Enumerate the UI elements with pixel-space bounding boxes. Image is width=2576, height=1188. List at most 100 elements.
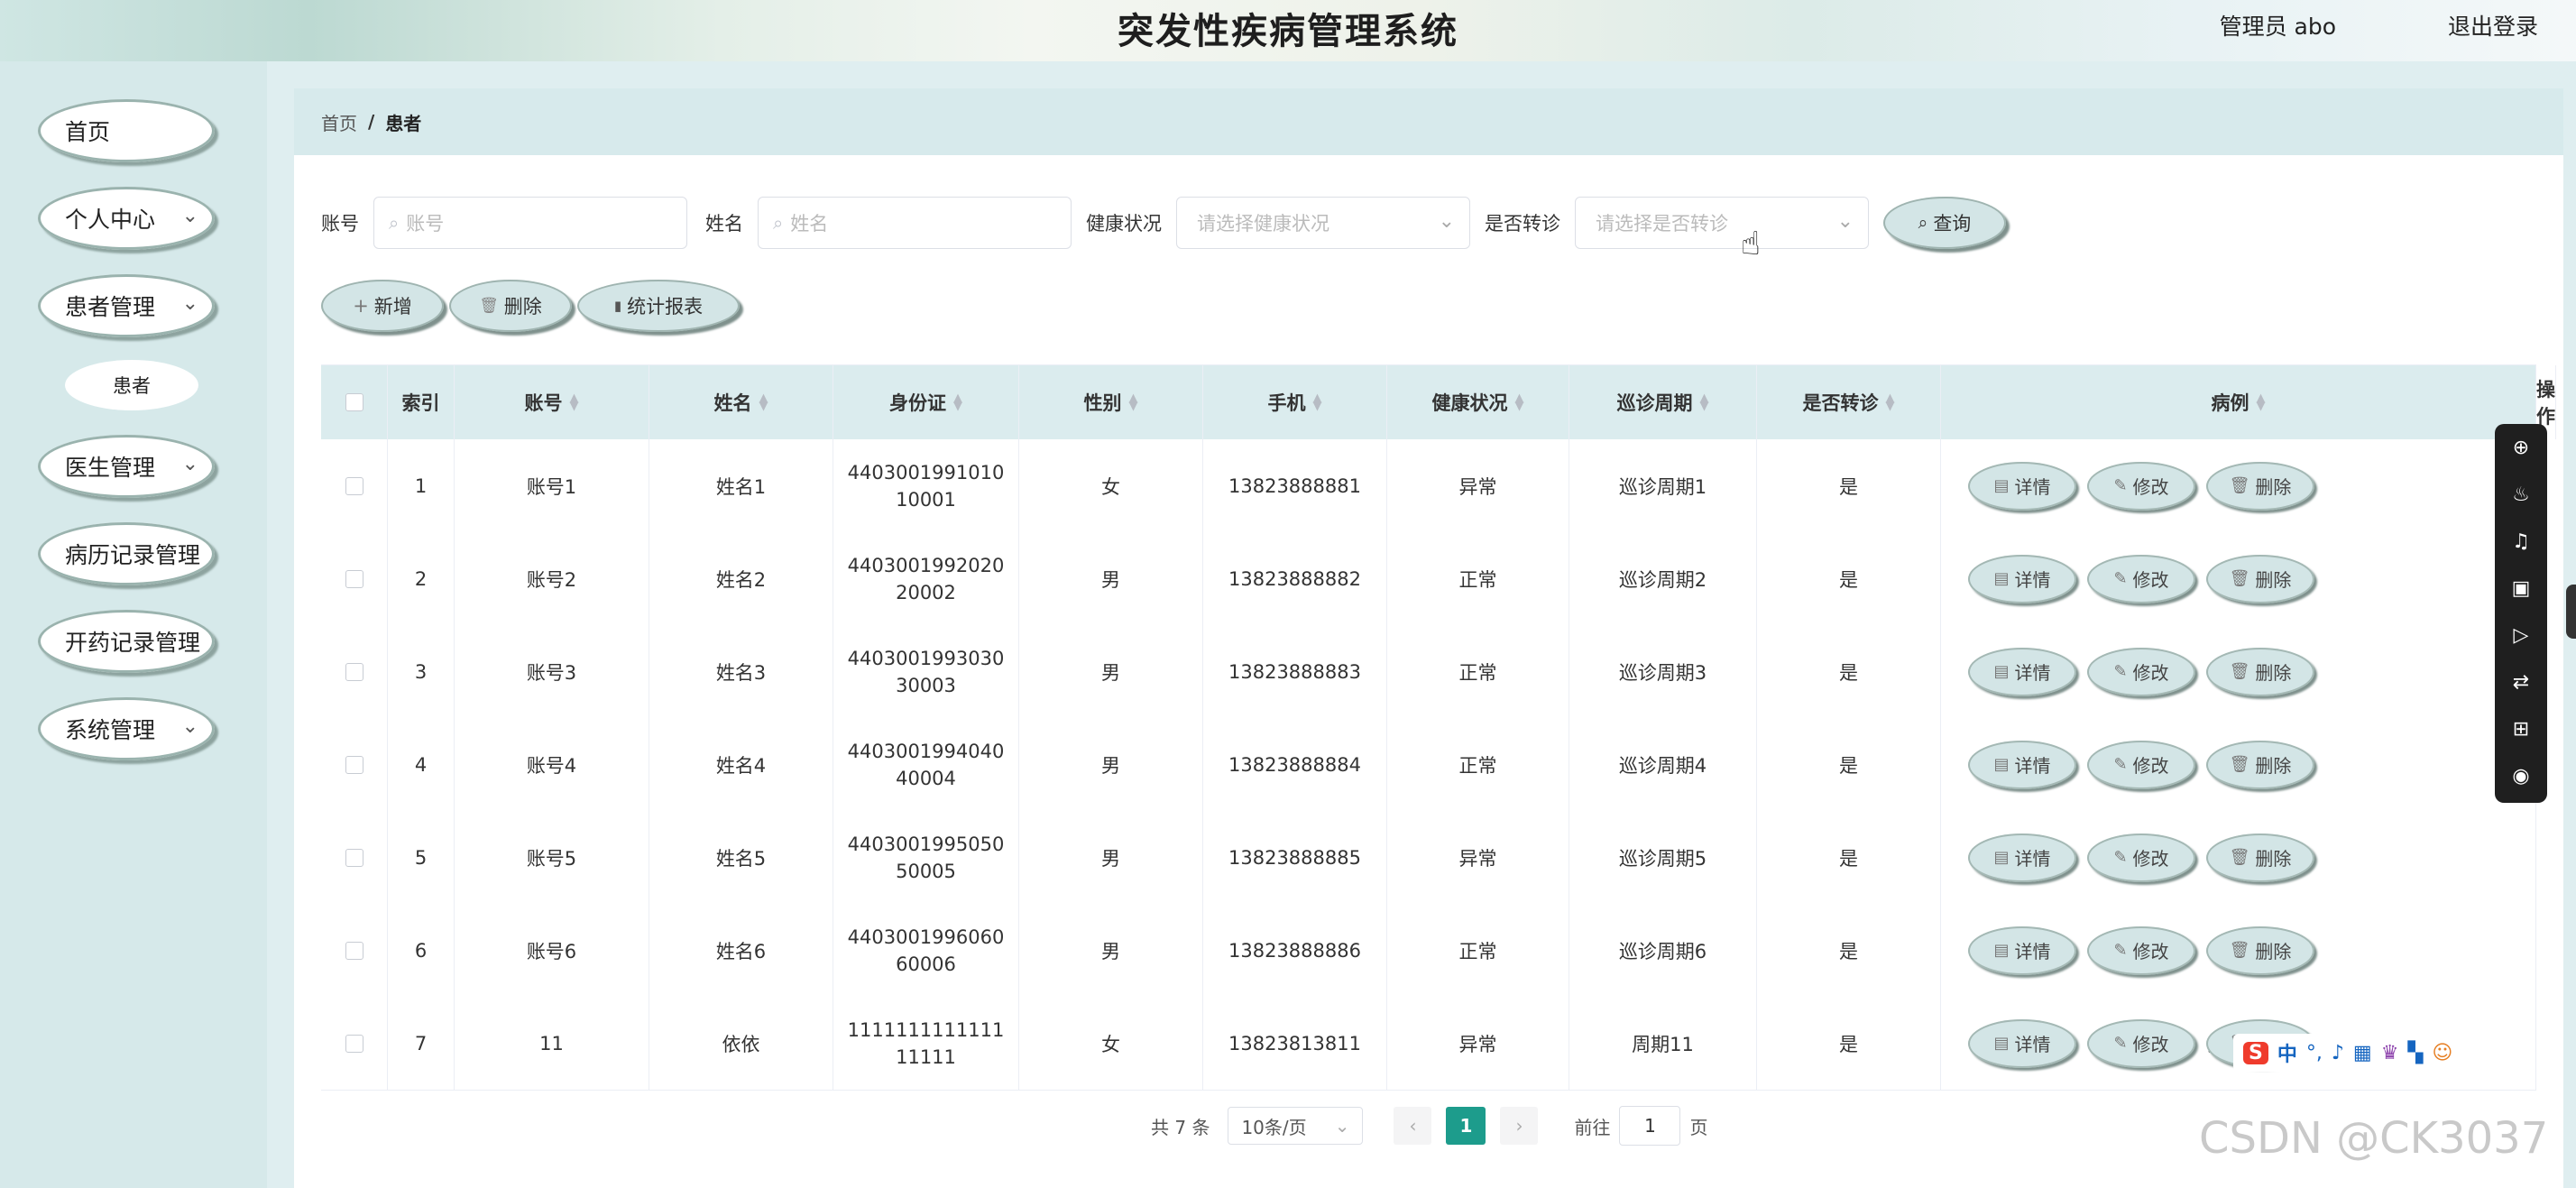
detail-button[interactable]: ▤ 详情	[1968, 926, 2076, 975]
sort-icon[interactable]: ▲ ▼	[759, 392, 768, 412]
cell-id-card: 111111111111111111	[833, 997, 1019, 1090]
sort-icon[interactable]: ▲ ▼	[2257, 392, 2266, 412]
add-button[interactable]: + 新增	[321, 280, 444, 332]
cell-visit-cycle: 巡诊周期4	[1569, 718, 1757, 811]
trash-icon: 🗑	[2229, 569, 2250, 588]
table-row: 4 账号4 姓名4 440300199404040004 男 13823888884 正常 巡…	[321, 718, 2536, 812]
detail-button[interactable]: ▤ 详情	[1968, 833, 2076, 882]
delete-button[interactable]: 🗑 删除	[2206, 647, 2314, 696]
detail-button-label: 详情	[2014, 476, 2051, 498]
row-checkbox[interactable]	[345, 569, 363, 588]
music-icon[interactable]: ♫	[2495, 518, 2547, 565]
expand-icon[interactable]: ⊞	[2495, 705, 2547, 752]
delete-button[interactable]: 🗑 删除	[2206, 740, 2314, 789]
goto-page-input[interactable]: 1	[1619, 1106, 1681, 1146]
row-checkbox[interactable]	[345, 662, 363, 681]
detail-button-label: 详情	[2014, 569, 2051, 591]
cell-name: 姓名2	[649, 532, 833, 625]
punctuation-icon[interactable]: °,	[2306, 1042, 2323, 1064]
row-checkbox[interactable]	[345, 941, 363, 960]
delete-button[interactable]: 🗑 删除	[2206, 461, 2314, 511]
microphone-icon[interactable]: ♪	[2332, 1042, 2344, 1064]
edit-button[interactable]: ✎ 修改	[2087, 647, 2195, 696]
column-header-referral[interactable]: 是否转诊 ▲ ▼	[1757, 365, 1941, 439]
skin-icon[interactable]: ♛	[2381, 1042, 2399, 1064]
video-icon[interactable]: ▣	[2495, 565, 2547, 612]
swap-icon[interactable]: ⇄	[2495, 658, 2547, 705]
header-select-all[interactable]	[321, 365, 388, 439]
delete-button[interactable]: 🗑 删除	[2206, 926, 2314, 975]
edit-button[interactable]: ✎ 修改	[2087, 833, 2195, 882]
column-header-health-status[interactable]: 健康状况 ▲ ▼	[1387, 365, 1569, 439]
delete-button[interactable]: 🗑 删除	[2206, 833, 2314, 882]
search-icon[interactable]: ⊕	[2495, 424, 2547, 471]
detail-button[interactable]: ▤ 详情	[1968, 554, 2076, 603]
flame-icon[interactable]: ♨	[2495, 471, 2547, 518]
logout-button[interactable]: 退出登录	[2448, 9, 2538, 41]
emoji-icon[interactable]: ☺	[2432, 1042, 2452, 1064]
column-header-phone[interactable]: 手机 ▲ ▼	[1203, 365, 1387, 439]
sort-icon[interactable]: ▲ ▼	[1886, 392, 1895, 412]
next-page-button[interactable]: ›	[1500, 1107, 1539, 1145]
detail-button[interactable]: ▤ 详情	[1968, 647, 2076, 696]
row-select-cell	[321, 811, 388, 904]
sidebar-item-prescriptions[interactable]: 开药记录管理	[38, 610, 215, 673]
apps-icon[interactable]: ▚	[2407, 1042, 2423, 1064]
sidebar-item-doctors[interactable]: 医生管理 ⌄	[38, 435, 215, 498]
row-select-cell	[321, 439, 388, 532]
detail-button[interactable]: ▤ 详情	[1968, 1018, 2076, 1068]
column-header-account[interactable]: 账号 ▲ ▼	[455, 365, 649, 439]
detail-button[interactable]: ▤ 详情	[1968, 461, 2076, 511]
edit-button[interactable]: ✎ 修改	[2087, 926, 2195, 975]
column-header-visit-cycle[interactable]: 巡诊周期 ▲ ▼	[1569, 365, 1757, 439]
account-search-input[interactable]: ⌕ 账号	[373, 197, 687, 249]
play-icon[interactable]: ▷	[2495, 612, 2547, 658]
page-size-select[interactable]: 10条/页 ⌄	[1228, 1107, 1364, 1145]
column-header-name[interactable]: 姓名 ▲ ▼	[649, 365, 833, 439]
row-checkbox[interactable]	[345, 1034, 363, 1053]
sidebar-item-medical-records[interactable]: 病历记录管理	[38, 522, 215, 585]
edit-button[interactable]: ✎ 修改	[2087, 1018, 2195, 1068]
row-checkbox[interactable]	[345, 848, 363, 867]
name-search-input[interactable]: ⌕ 姓名	[758, 197, 1072, 249]
cell-text: 男	[1101, 847, 1120, 870]
edit-button[interactable]: ✎ 修改	[2087, 554, 2195, 603]
edit-button[interactable]: ✎ 修改	[2087, 461, 2195, 511]
report-button[interactable]: ▮ 统计报表	[577, 280, 740, 332]
row-checkbox[interactable]	[345, 755, 363, 774]
edit-button[interactable]: ✎ 修改	[2087, 740, 2195, 789]
sort-icon[interactable]: ▲ ▼	[953, 392, 962, 412]
page-number-current[interactable]: 1	[1446, 1107, 1486, 1145]
sort-icon[interactable]: ▲ ▼	[1515, 392, 1524, 412]
prev-page-button[interactable]: ‹	[1394, 1107, 1432, 1145]
cell-text: 440300199606060006	[847, 926, 1005, 975]
ime-mode[interactable]: 中	[2277, 1038, 2297, 1067]
column-header-case[interactable]: 病例 ▲ ▼	[1941, 365, 2536, 439]
cell-text: 是	[1839, 475, 1858, 498]
column-header-gender[interactable]: 性别 ▲ ▼	[1019, 365, 1203, 439]
camera-icon[interactable]: ◉	[2495, 752, 2547, 799]
sort-icon[interactable]: ▲ ▼	[570, 392, 579, 412]
health-status-select[interactable]: 请选择健康状况 ⌄	[1176, 197, 1470, 249]
select-all-checkbox[interactable]	[345, 393, 363, 411]
delete-button[interactable]: 🗑 删除	[2206, 554, 2314, 603]
bulk-delete-button[interactable]: 🗑 删除	[449, 280, 572, 332]
breadcrumb-home[interactable]: 首页	[321, 109, 357, 135]
detail-button[interactable]: ▤ 详情	[1968, 740, 2076, 789]
column-header-id-card[interactable]: 身份证 ▲ ▼	[833, 365, 1019, 439]
sort-icon[interactable]: ▲ ▼	[1700, 392, 1709, 412]
query-button[interactable]: ⌕ 查询	[1883, 197, 2006, 249]
side-panel-handle[interactable]	[2566, 585, 2576, 639]
sidebar-item-system[interactable]: 系统管理 ⌄	[38, 697, 215, 760]
detail-button-label: 详情	[2014, 1034, 2051, 1055]
sidebar-item-home[interactable]: 首页	[38, 99, 215, 162]
referral-select[interactable]: 请选择是否转诊 ⌄	[1575, 197, 1869, 249]
sidebar-item-profile[interactable]: 个人中心 ⌄	[38, 187, 215, 250]
sort-icon[interactable]: ▲ ▼	[1313, 392, 1322, 412]
sort-icon[interactable]: ▲ ▼	[1129, 392, 1138, 412]
sidebar-item-patients[interactable]: 患者管理 ⌄	[38, 274, 215, 337]
keyboard-icon[interactable]: ▦	[2353, 1042, 2372, 1064]
add-label: 新增	[373, 296, 412, 318]
row-checkbox[interactable]	[345, 476, 363, 495]
sidebar-subitem-patient[interactable]: 患者	[65, 360, 198, 410]
